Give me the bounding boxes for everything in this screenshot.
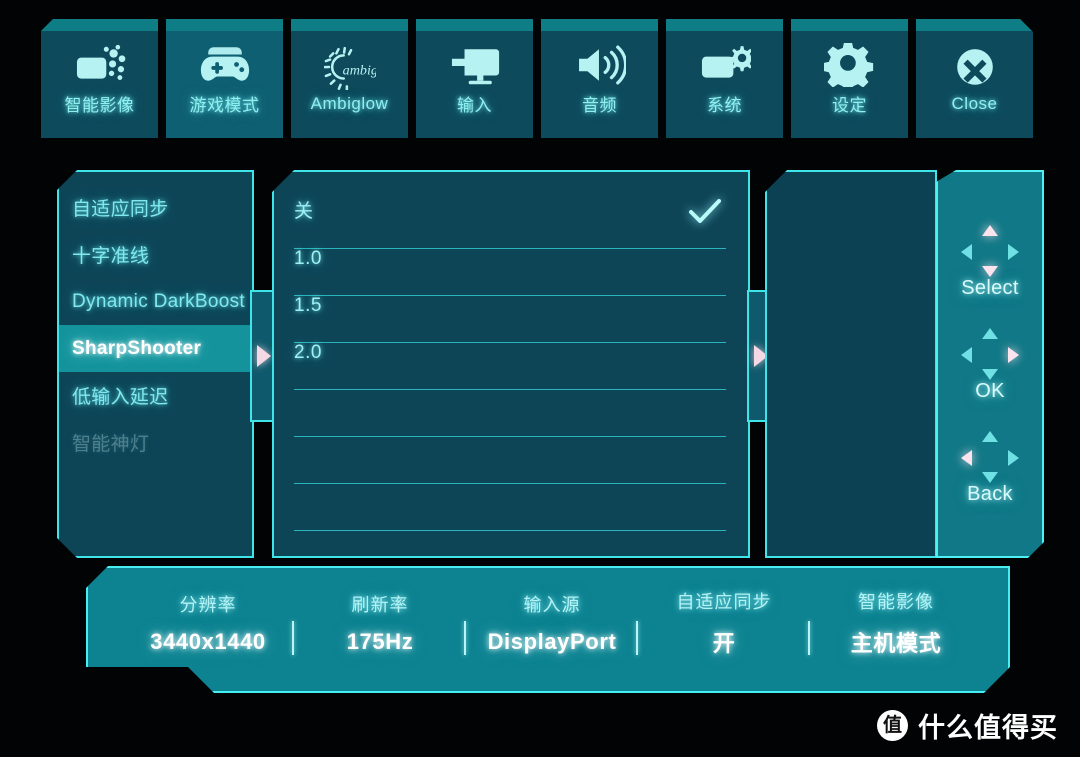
option-label: 2.0 xyxy=(294,342,322,363)
dpad-right-icon xyxy=(1008,244,1019,260)
option-row[interactable] xyxy=(294,484,726,531)
navigation-hint-panel: Select OK Back xyxy=(936,170,1044,558)
nav-hint-label: Back xyxy=(967,482,1013,505)
dpad-down-icon xyxy=(982,266,998,277)
check-icon xyxy=(688,198,722,229)
nav-hint-back[interactable]: Back xyxy=(959,429,1021,506)
dpad-icon xyxy=(959,223,1021,279)
option-row[interactable] xyxy=(294,390,726,437)
nav-hint-select[interactable]: Select xyxy=(959,223,1021,300)
menu-item[interactable]: 低输入延迟 xyxy=(57,372,254,419)
dpad-icon xyxy=(959,429,1021,485)
status-cell: 智能影像 主机模式 xyxy=(810,566,982,693)
menu-item[interactable]: SharpShooter xyxy=(57,325,254,372)
options-panel: 关 1.0 1.5 2.0 xyxy=(272,170,750,558)
status-key: 自适应同步 xyxy=(676,591,772,612)
dpad-left-icon xyxy=(961,244,972,260)
status-value: 主机模式 xyxy=(850,630,942,656)
dpad-left-icon xyxy=(961,450,972,466)
status-value: 175Hz xyxy=(346,628,414,654)
dpad-up-icon xyxy=(982,328,998,339)
option-label: 关 xyxy=(294,201,314,222)
left-to-options-connector xyxy=(250,290,274,422)
status-key: 输入源 xyxy=(523,594,581,615)
status-value: 3440x1440 xyxy=(150,628,266,654)
watermark-text: 什么值得买 xyxy=(918,713,1058,743)
menu-item[interactable]: Dynamic DarkBoost xyxy=(57,278,254,325)
options-list: 关 1.0 1.5 2.0 xyxy=(272,170,750,531)
status-key: 刷新率 xyxy=(351,594,409,615)
menu-item: 智能神灯 xyxy=(72,434,150,455)
status-bar-cells: 分辨率 3440x1440 刷新率 175Hz 输入源 DisplayPort 自适应同步开… xyxy=(86,566,1010,693)
status-cell: 自适应同步开 xyxy=(638,566,810,693)
option-row[interactable] xyxy=(294,437,726,484)
status-key: 分辨率 xyxy=(179,594,237,615)
dpad-up-icon xyxy=(982,225,998,236)
dpad-up-icon xyxy=(982,431,998,442)
status-value: DisplayPort xyxy=(487,628,617,654)
left-menu-list: 自适应同步 十字准线 Dynamic DarkBoost SharpShooter 低输… xyxy=(57,184,254,466)
option-label: 1.0 xyxy=(294,248,322,269)
nav-hint-list: Select OK Back xyxy=(959,223,1021,506)
dpad-right-icon xyxy=(1008,450,1019,466)
watermark: 值 什么值得买 xyxy=(877,706,1058,745)
preview-panel xyxy=(765,170,937,558)
menu-item[interactable]: 自适应同步 xyxy=(57,184,254,231)
monitor-osd-screen: 智能影像游戏模式ambiglowAmbiglow输入音频系统设定Close 自适… xyxy=(0,0,1080,757)
dpad-down-icon xyxy=(982,369,998,380)
dpad-icon xyxy=(959,326,1021,382)
option-row[interactable]: 1.5 xyxy=(294,296,726,343)
status-key: 智能影像 xyxy=(858,591,934,612)
option-label: 1.5 xyxy=(294,295,322,316)
status-cell: 刷新率 175Hz xyxy=(294,566,466,693)
nav-hint-label: Select xyxy=(961,276,1019,299)
option-row[interactable]: 1.0 xyxy=(294,249,726,296)
nav-hint-label: OK xyxy=(975,379,1005,402)
dpad-down-icon xyxy=(982,472,998,483)
left-menu-panel: 自适应同步 十字准线 Dynamic DarkBoost SharpShooter 低输… xyxy=(57,170,254,558)
status-bar: 分辨率 3440x1440 刷新率 175Hz 输入源 DisplayPort 自适应同步开… xyxy=(86,566,1010,693)
dpad-left-icon xyxy=(961,347,972,363)
status-value: 开 xyxy=(712,630,736,656)
preview-panel-border xyxy=(765,170,937,558)
option-row[interactable]: 关 xyxy=(294,199,726,249)
option-row[interactable]: 2.0 xyxy=(294,343,726,390)
nav-hint-ok[interactable]: OK xyxy=(959,326,1021,403)
right-arrow-icon xyxy=(256,345,271,367)
watermark-logo-icon: 值 xyxy=(877,710,908,741)
status-cell: 输入源 DisplayPort xyxy=(466,566,638,693)
menu-item[interactable]: 十字准线 xyxy=(57,231,254,278)
dpad-right-icon xyxy=(1008,347,1019,363)
